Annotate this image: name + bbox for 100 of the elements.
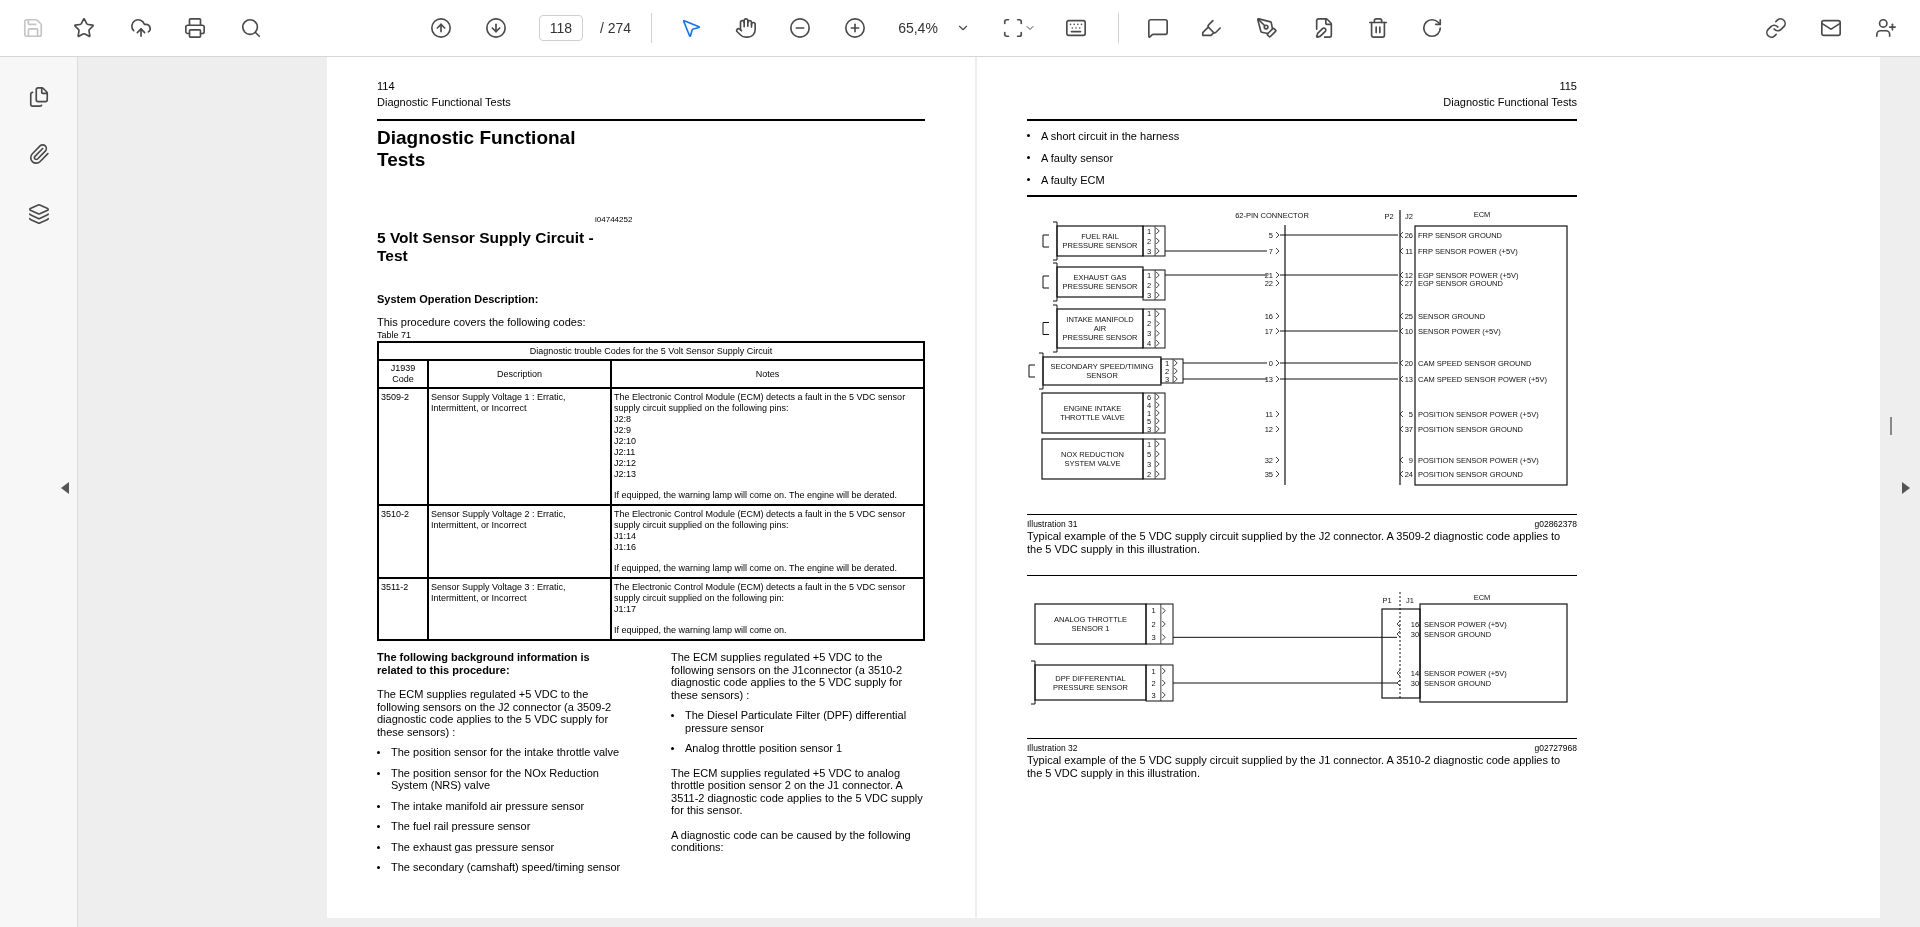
bullet-item: A faulty sensor	[1041, 151, 1114, 165]
bullet-item: The position sensor for the NOx Reduction System (NRS) valve	[391, 766, 600, 792]
table-caption: Diagnostic trouble Codes for the 5 Volt Sensor Supply Circuit	[378, 342, 924, 360]
bullet-icon	[671, 714, 674, 717]
cloud-upload-icon	[130, 17, 152, 39]
bullet-item: The fuel rail pressure sensor	[391, 820, 531, 833]
intro-text: This procedure covers the following codes:	[377, 316, 587, 329]
pointer-icon	[680, 17, 703, 39]
bullet-item: The intake manifold air pressure sensor	[391, 799, 585, 812]
arrow-down-circle-icon	[485, 17, 507, 39]
bullet-icon	[377, 771, 380, 775]
section-title: 5 Volt Sensor Supply Circuit - Test	[377, 229, 595, 265]
page-title: Diagnostic Functional Tests	[377, 127, 577, 171]
bullet-item: The position sensor for the intake throttle valve	[391, 746, 620, 759]
note-warning: If equipped, the warning lamp will come on. The engine will be derated.	[614, 563, 898, 574]
bullet-icon	[377, 845, 380, 849]
paragraph: The ECM supplies regulated +5 VDC to the following sensors on the J2 connector (a 3509-2 diagnostic code applies to the 5 VDC supply for these sensors) :	[377, 688, 613, 738]
bullet-icon	[377, 751, 380, 754]
hand-icon	[735, 17, 758, 39]
pin-reference: J2:10	[614, 436, 638, 447]
trash-icon	[1367, 17, 1390, 39]
bullet-item: The exhaust gas pressure sensor	[391, 840, 555, 853]
note-text: The Electronic Control Module (ECM) detects a fault in the 5 VDC sensor supply circuit supplied on the following pins:	[614, 509, 907, 531]
bullet-icon	[671, 747, 674, 750]
bullet-icon	[377, 825, 380, 828]
description-cell: Sensor Supply Voltage 1 : Erratic, Intermittent, or Incorrect	[428, 388, 611, 505]
paperclip-icon	[27, 143, 50, 165]
subheading: System Operation Description:	[377, 293, 540, 306]
column-header: Notes	[611, 360, 924, 388]
user-plus-icon	[1875, 17, 1897, 39]
bullet-icon	[1027, 178, 1030, 181]
bullet-icon	[1027, 156, 1030, 159]
bullet-icon	[377, 804, 380, 808]
bullet-item: A short circuit in the harness	[1041, 129, 1180, 143]
illustration-label: Illustration 32	[1027, 743, 1078, 754]
bullet-item: The Diesel Particulate Filter (DPF) differential pressure sensor	[685, 709, 908, 734]
page-number-field[interactable]: 118	[539, 15, 583, 41]
paragraph: A diagnostic code can be caused by the following conditions:	[671, 828, 912, 854]
highlighter-icon	[1200, 17, 1223, 39]
previous-page-arrow[interactable]	[61, 481, 71, 495]
illustration-caption: Typical example of the 5 VDC supply circuit supplied by the J2 connector. A 3509-2 diagnostic code applies to the 5 VDC supply in this illustration.	[1027, 530, 1562, 555]
next-page-arrow[interactable]	[1902, 481, 1912, 495]
bullet-item: A faulty ECM	[1041, 173, 1105, 187]
note-warning: If equipped, the warning lamp will come on. The engine will be derated.	[614, 490, 898, 501]
illustration-reference: g02862378	[1534, 519, 1577, 530]
page-number: 114	[377, 79, 396, 93]
bullet-icon	[1027, 134, 1030, 137]
illustration-caption: Typical example of the 5 VDC supply circuit supplied by the J1 connector. A 3510-2 diagnostic code applies to the 5 VDC supply in this illustration.	[1027, 754, 1562, 779]
note-text: The Electronic Control Module (ECM) detects a fault in the 5 VDC sensor supply circuit supplied on the following pins:	[614, 392, 907, 414]
printer-icon	[184, 17, 206, 39]
right-triangle-icon	[1902, 482, 1910, 494]
background-heading: The following background information is related to this procedure:	[377, 651, 591, 676]
pin-reference: J2:12	[614, 458, 638, 469]
search-icon	[240, 17, 262, 39]
page-total: / 274	[600, 18, 632, 38]
page-number: 115	[1558, 79, 1577, 93]
keyboard-icon	[1065, 17, 1088, 39]
description-cell: Sensor Supply Voltage 2 : Erratic, Intermittent, or Incorrect	[428, 505, 611, 578]
pin-reference: J1:16	[614, 542, 638, 553]
pin-reference: J2:13	[614, 469, 638, 480]
column-header: Description	[428, 360, 611, 388]
mail-icon	[1820, 17, 1842, 39]
description-cell: Sensor Supply Voltage 3 : Erratic, Intermittent, or Incorrect	[428, 578, 611, 640]
pin-reference: J2:8	[614, 414, 632, 425]
left-triangle-icon	[61, 482, 69, 494]
note-warning: If equipped, the warning lamp will come on.	[614, 625, 788, 636]
code-cell: 3510-2	[378, 505, 428, 578]
pin-reference: J2:9	[614, 425, 632, 436]
page-frame-icon	[1002, 17, 1025, 39]
running-header: Diagnostic Functional Tests	[377, 95, 512, 109]
illustration-label: Illustration 31	[1027, 519, 1078, 530]
pin-reference: J1:14	[614, 531, 638, 542]
link-icon	[1765, 17, 1787, 39]
table-label: Table 71	[377, 329, 413, 341]
minus-circle-icon	[789, 17, 812, 39]
column-header: J1939 Code	[378, 360, 428, 388]
paragraph: The ECM supplies regulated +5 VDC to analog throttle position sensor 2 on the J1 connector. A 3511-2 diagnostic code applies to the 5 VDC supply for this sensor.	[671, 766, 924, 817]
paragraph: The ECM supplies regulated +5 VDC to the following sensors on the J1connector (a 3510-2 diagnostic code applies to the 5 VDC supply for these sensors) :	[671, 651, 904, 701]
bullet-item: The secondary (camshaft) speed/timing sensor	[391, 861, 621, 874]
arrow-up-circle-icon	[430, 17, 452, 39]
pin-reference: J2:11	[614, 447, 637, 458]
speech-bubble-icon	[1147, 17, 1170, 39]
star-icon	[73, 17, 95, 39]
rotate-icon	[1421, 17, 1444, 39]
layers-icon	[27, 203, 50, 225]
save-icon	[22, 17, 44, 39]
pen-nib-icon	[1256, 17, 1279, 39]
code-cell: 3511-2	[378, 578, 428, 640]
bullet-item: Analog throttle position sensor 1	[685, 742, 843, 755]
pin-reference: J1:17	[614, 604, 638, 615]
pages-icon	[27, 86, 50, 108]
illustration-reference: g02727968	[1534, 743, 1577, 754]
bullet-icon	[377, 866, 380, 869]
document-id: i04744252	[595, 215, 634, 225]
plus-circle-icon	[844, 17, 867, 39]
scrollbar-thumb	[1890, 417, 1892, 435]
running-header: Diagnostic Functional Tests	[1442, 95, 1577, 109]
code-cell: 3509-2	[378, 388, 428, 505]
zoom-dropdown[interactable]: 65,4%	[898, 14, 971, 42]
note-text: The Electronic Control Module (ECM) detects a fault in the 5 VDC sensor supply circuit supplied on the following pin:	[614, 582, 907, 604]
